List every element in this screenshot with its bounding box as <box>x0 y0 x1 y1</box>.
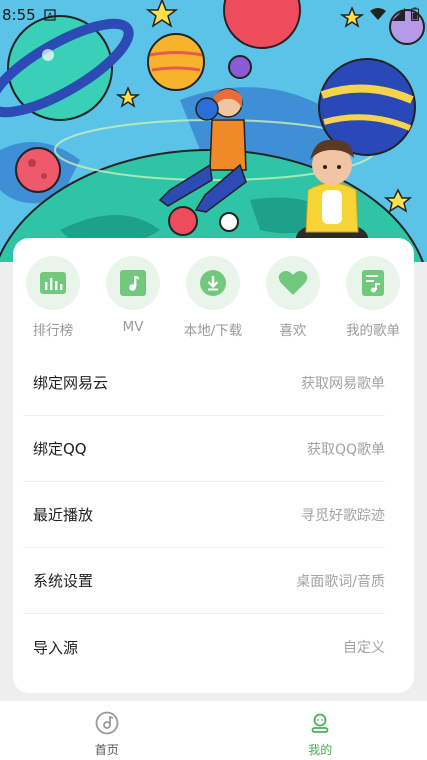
status-time: 8:55 <box>2 6 36 24</box>
quick-action-ranking[interactable]: 排行榜 <box>13 256 93 339</box>
menu-item-hint: 自定义 <box>343 640 385 656</box>
quick-action-label: 我的歌单 <box>346 323 400 339</box>
status-bar: 8:55 A <box>0 0 427 30</box>
menu-item-title: 绑定网易云 <box>33 374 109 392</box>
quick-action-favorites[interactable]: 喜欢 <box>253 256 333 339</box>
playlist-icon <box>362 270 384 296</box>
quick-action-label: 排行榜 <box>32 323 74 339</box>
space-illustration <box>0 0 427 262</box>
menu-item-title: 导入源 <box>33 638 79 657</box>
menu-item-hint: 获取QQ歌单 <box>306 441 385 458</box>
quick-action-label: 喜欢 <box>279 323 307 339</box>
menu-item-hint: 获取网易歌单 <box>301 375 385 392</box>
menu-item-hint: 桌面歌词/音质 <box>296 573 385 590</box>
notification-icon: A <box>44 6 56 25</box>
menu-item-hint: 寻觅好歌踪迹 <box>301 507 385 524</box>
chart-bars-icon <box>40 272 66 294</box>
header-illustration <box>0 0 427 262</box>
quick-action-label: MV <box>122 319 144 335</box>
wifi-icon <box>370 6 386 25</box>
menu-item-title: 最近播放 <box>33 506 94 524</box>
svg-text:A: A <box>47 11 53 20</box>
menu-item-bind-qq[interactable]: 绑定QQ 获取QQ歌单 <box>23 416 385 482</box>
quick-actions: 排行榜 MV 本地/下载 喜欢 我的歌单 <box>13 256 414 339</box>
tab-label: 首页 <box>94 743 119 757</box>
settings-menu: 绑定网易云 获取网易歌单 绑定QQ 获取QQ歌单 最近播放 寻觅好歌踪迹 系统设… <box>23 350 385 680</box>
battery-icon <box>411 6 419 25</box>
menu-item-title: 绑定QQ <box>33 440 87 458</box>
heart-icon <box>278 271 308 295</box>
bottom-tab-bar: 首页 我的 <box>0 701 427 760</box>
menu-item-system-settings[interactable]: 系统设置 桌面歌词/音质 <box>23 548 385 614</box>
signal-icon <box>392 6 405 25</box>
tab-label: 我的 <box>308 743 333 757</box>
tab-home[interactable]: 首页 <box>0 701 214 760</box>
tab-mine[interactable]: 我的 <box>214 701 427 760</box>
quick-action-mv[interactable]: MV <box>93 256 173 335</box>
download-icon <box>200 270 226 296</box>
music-note-icon <box>120 270 146 296</box>
main-card: 排行榜 MV 本地/下载 喜欢 我的歌单 绑定网易云 获取网易歌单 绑定QQ 获… <box>13 238 414 693</box>
quick-action-my-playlist[interactable]: 我的歌单 <box>333 256 413 339</box>
quick-action-local-download[interactable]: 本地/下载 <box>173 256 253 339</box>
menu-item-recent-play[interactable]: 最近播放 寻觅好歌踪迹 <box>23 482 385 548</box>
menu-item-bind-netease[interactable]: 绑定网易云 获取网易歌单 <box>23 350 385 416</box>
quick-action-label: 本地/下载 <box>183 323 243 339</box>
profile-icon <box>311 713 329 733</box>
menu-item-title: 系统设置 <box>33 572 94 590</box>
disc-icon <box>95 711 119 735</box>
menu-item-import-source[interactable]: 导入源 自定义 <box>23 614 385 680</box>
